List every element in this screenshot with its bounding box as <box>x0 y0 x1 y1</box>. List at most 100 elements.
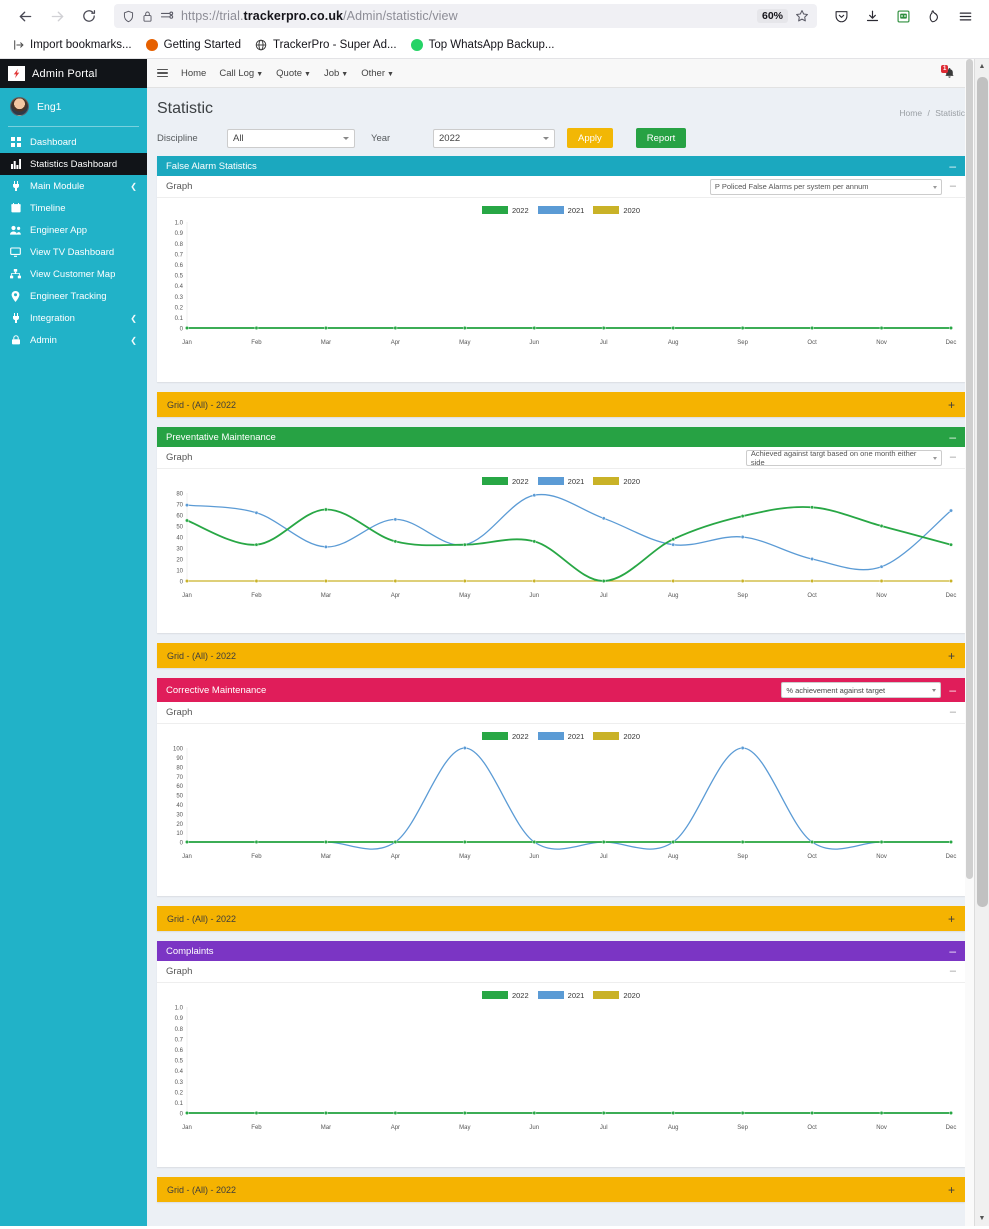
download-icon[interactable] <box>858 3 886 29</box>
bookmark-getting-started[interactable]: Getting Started <box>146 39 241 52</box>
star-icon[interactable] <box>795 9 809 23</box>
panel-minimize-icon[interactable]: – <box>949 160 956 172</box>
sidebar-item-engineer-tracking[interactable]: Engineer Tracking <box>0 285 147 307</box>
topnav-item-other[interactable]: Other ▼ <box>361 68 394 79</box>
topnav-item-home[interactable]: Home <box>181 68 206 79</box>
breadcrumb-separator: / <box>927 108 930 118</box>
panel-minimize-icon[interactable]: – <box>949 945 956 957</box>
bookmark-import[interactable]: Import bookmarks... <box>12 39 132 52</box>
bell-icon[interactable]: 1 <box>941 64 955 79</box>
brand-header[interactable]: Admin Portal <box>0 59 147 88</box>
topnav-item-job[interactable]: Job ▼ <box>324 68 348 79</box>
lock-icon <box>10 335 21 345</box>
legend-swatch <box>481 206 508 214</box>
legend-item-2020[interactable]: 2020 <box>593 206 640 215</box>
legend-item-2020[interactable]: 2020 <box>593 732 640 741</box>
inner-scrollbar[interactable] <box>965 59 974 1226</box>
expand-icon[interactable]: + <box>948 913 955 925</box>
legend-label: 2021 <box>567 205 585 215</box>
apply-button[interactable]: Apply <box>567 128 613 148</box>
bookmark-whatsapp-backup[interactable]: Top WhatsApp Backup... <box>411 39 555 52</box>
breadcrumb-home[interactable]: Home <box>899 108 922 118</box>
scroll-down-icon[interactable]: ▼ <box>975 1211 989 1226</box>
sidebar-item-statistics-dashboard[interactable]: Statistics Dashboard <box>0 153 147 175</box>
topnav-item-call-log[interactable]: Call Log ▼ <box>219 68 263 79</box>
page-scrollbar[interactable]: ▲ ▼ <box>974 59 989 1226</box>
discipline-select[interactable]: All <box>227 128 355 148</box>
legend-label: 2020 <box>623 731 641 741</box>
sidebar-item-timeline[interactable]: Timeline <box>0 197 147 219</box>
extension-icon[interactable] <box>889 3 917 29</box>
bookmark-trackerpro[interactable]: TrackerPro - Super Ad... <box>255 39 397 52</box>
panel-header[interactable]: False Alarm Statistics – <box>157 156 965 176</box>
grid-bar-preventative[interactable]: Grid - (All) - 2022 + <box>157 643 965 668</box>
legend-item-2022[interactable]: 2022 <box>481 991 529 1000</box>
year-label: Year <box>371 132 391 144</box>
grid-bar-corrective[interactable]: Grid - (All) - 2022 + <box>157 906 965 931</box>
metric-select[interactable]: % achievement against target <box>781 682 942 698</box>
legend-item-2022[interactable]: 2022 <box>481 206 529 215</box>
browser-toolbar-right <box>827 3 979 29</box>
legend-item-2022[interactable]: 2022 <box>481 477 529 486</box>
graph-minimize-icon[interactable]: – <box>950 452 956 463</box>
legend-item-2021[interactable]: 2021 <box>537 732 584 741</box>
container-tabs-icon[interactable] <box>920 3 948 29</box>
zoom-level-indicator[interactable]: 60% <box>756 9 788 23</box>
metric-select-wrap[interactable]: Achieved against targt based on one mont… <box>745 449 942 467</box>
report-button[interactable]: Report <box>635 128 687 148</box>
pocket-icon[interactable] <box>827 3 855 29</box>
svg-text:50: 50 <box>176 794 183 800</box>
metric-select-wrap[interactable]: % achievement against target <box>781 682 942 698</box>
sidebar: Admin Portal Eng1 Dashboard Statistics D… <box>0 59 147 1226</box>
sidebar-item-admin[interactable]: Admin ❮ <box>0 329 147 351</box>
sidebar-item-integration[interactable]: Integration ❮ <box>0 307 147 329</box>
sidebar-item-main-module[interactable]: Main Module ❮ <box>0 175 147 197</box>
discipline-select-wrap[interactable]: All <box>227 128 355 148</box>
sidebar-item-engineer-app[interactable]: Engineer App <box>0 219 147 241</box>
back-arrow-icon[interactable] <box>10 2 40 30</box>
panel-minimize-icon[interactable]: – <box>949 684 956 696</box>
sidebar-item-view-customer-map[interactable]: View Customer Map <box>0 263 147 285</box>
panel-header[interactable]: Corrective Maintenance % achievement aga… <box>157 678 965 702</box>
topnav-item-quote[interactable]: Quote ▼ <box>276 68 311 79</box>
reader-mode-icon[interactable] <box>160 10 174 22</box>
globe-icon <box>255 39 268 52</box>
panel-header[interactable]: Preventative Maintenance – <box>157 427 965 447</box>
year-select[interactable]: 2022 <box>433 128 555 148</box>
expand-icon[interactable]: + <box>948 650 955 662</box>
panel-minimize-icon[interactable]: – <box>949 431 956 443</box>
inner-scrollbar-thumb[interactable] <box>966 59 973 879</box>
url-bar[interactable]: https://trial.trackerpro.co.uk/Admin/sta… <box>114 4 817 28</box>
hamburger-menu-icon[interactable] <box>951 3 979 29</box>
sidebar-user[interactable]: Eng1 <box>0 88 147 126</box>
bookmark-label: Top WhatsApp Backup... <box>428 39 555 51</box>
scroll-up-icon[interactable]: ▲ <box>975 59 989 74</box>
svg-text:Mar: Mar <box>321 593 331 599</box>
hamburger-menu-icon[interactable] <box>157 68 168 78</box>
svg-text:Feb: Feb <box>251 1125 262 1131</box>
legend-item-2020[interactable]: 2020 <box>593 991 640 1000</box>
legend-item-2021[interactable]: 2021 <box>537 991 584 1000</box>
page-scrollbar-thumb[interactable] <box>977 77 988 907</box>
legend-label: 2021 <box>567 476 585 486</box>
expand-icon[interactable]: + <box>948 399 955 411</box>
graph-minimize-icon[interactable]: – <box>950 707 956 718</box>
graph-minimize-icon[interactable]: – <box>950 181 956 192</box>
year-select-wrap[interactable]: 2022 <box>433 128 555 148</box>
legend-item-2020[interactable]: 2020 <box>593 477 640 486</box>
graph-minimize-icon[interactable]: – <box>950 966 956 977</box>
metric-select[interactable]: P Policed False Alarms per system per an… <box>709 178 942 195</box>
legend-item-2021[interactable]: 2021 <box>537 205 585 215</box>
legend-item-2021[interactable]: 2021 <box>537 476 585 486</box>
metric-select-wrap[interactable]: P Policed False Alarms per system per an… <box>709 178 942 195</box>
sidebar-item-dashboard[interactable]: Dashboard <box>0 131 147 153</box>
panel-header[interactable]: Complaints – <box>157 941 965 961</box>
sidebar-item-view-tv-dashboard[interactable]: View TV Dashboard <box>0 241 147 263</box>
forward-arrow-icon[interactable] <box>42 2 72 30</box>
grid-bar-false-alarm[interactable]: Grid - (All) - 2022 + <box>157 392 965 417</box>
metric-select[interactable]: Achieved against targt based on one mont… <box>745 449 942 467</box>
reload-icon[interactable] <box>74 2 104 30</box>
expand-icon[interactable]: + <box>948 1184 955 1196</box>
grid-bar-complaints[interactable]: Grid - (All) - 2022 + <box>157 1177 965 1202</box>
legend-item-2022[interactable]: 2022 <box>481 732 529 741</box>
